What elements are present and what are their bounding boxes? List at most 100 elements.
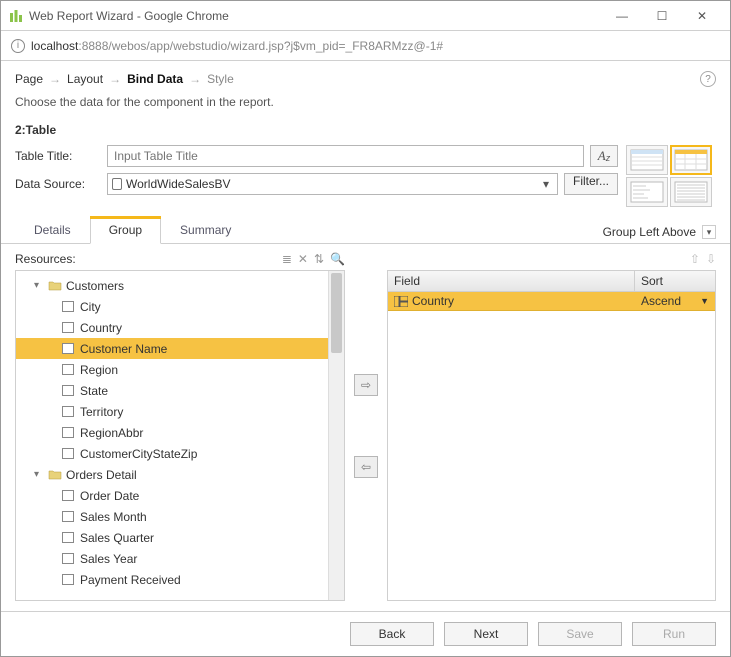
tree-field[interactable]: Sales Year bbox=[16, 548, 328, 569]
data-source-label: Data Source: bbox=[15, 177, 101, 191]
tree-folder[interactable]: ▾ Orders Detail bbox=[16, 464, 328, 485]
minimize-button[interactable]: ― bbox=[602, 2, 642, 30]
tree-field[interactable]: CustomerCityStateZip bbox=[16, 443, 328, 464]
url-host: localhost bbox=[31, 39, 78, 53]
column-header-sort[interactable]: Sort bbox=[635, 271, 715, 291]
table-row[interactable]: Country Ascend ▼ bbox=[388, 292, 715, 311]
add-field-button[interactable]: ⇨ bbox=[354, 374, 378, 396]
layout-thumb-3[interactable] bbox=[626, 177, 668, 207]
chevron-down-icon: ▾ bbox=[539, 177, 553, 191]
transfer-buttons: ⇨ ⇦ bbox=[351, 250, 381, 601]
sort-icon[interactable]: ⇅ bbox=[314, 252, 324, 266]
group-option-label[interactable]: Group Left Above bbox=[603, 225, 696, 239]
tree-item-label: Territory bbox=[80, 405, 123, 419]
collapse-icon[interactable]: ▾ bbox=[34, 280, 44, 291]
column-header-field[interactable]: Field bbox=[388, 271, 635, 291]
field-icon bbox=[62, 490, 74, 501]
save-button[interactable]: Save bbox=[538, 622, 622, 646]
tree-item-label: Sales Quarter bbox=[80, 531, 154, 545]
window-title: Web Report Wizard - Google Chrome bbox=[29, 9, 602, 23]
tree-folder[interactable]: ▾ Customers bbox=[16, 275, 328, 296]
tree-item-label: State bbox=[80, 384, 108, 398]
field-icon bbox=[62, 364, 74, 375]
tree-field[interactable]: Sales Month bbox=[16, 506, 328, 527]
resource-tree[interactable]: ▾ Customers City Country Customer Name Region… bbox=[16, 271, 328, 600]
tree-item-label: Region bbox=[80, 363, 118, 377]
tree-item-label: Sales Year bbox=[80, 552, 137, 566]
tree-item-label: Country bbox=[80, 321, 122, 335]
move-up-icon[interactable]: ⇧ bbox=[690, 252, 700, 266]
collapse-icon[interactable]: ▾ bbox=[34, 469, 44, 480]
resources-panel: Resources: ≣ ✕ ⇅ 🔍 ▾CustomersCityCountry… bbox=[15, 250, 345, 601]
tree-field[interactable]: State bbox=[16, 380, 328, 401]
field-icon bbox=[62, 301, 74, 312]
tree-item-label: City bbox=[80, 300, 101, 314]
data-source-select[interactable]: WorldWideSalesBV ▾ bbox=[107, 173, 558, 195]
tree-field[interactable]: Order Date bbox=[16, 485, 328, 506]
site-info-icon[interactable]: i bbox=[11, 39, 25, 53]
tree-field[interactable]: Customer Name bbox=[16, 338, 328, 359]
step-page[interactable]: Page bbox=[15, 72, 43, 86]
close-button[interactable]: ✕ bbox=[682, 2, 722, 30]
tree-field[interactable]: Territory bbox=[16, 401, 328, 422]
list-view-icon[interactable]: ≣ bbox=[282, 252, 292, 266]
tab-details-label: Details bbox=[34, 223, 71, 237]
tree-field[interactable]: Country bbox=[16, 317, 328, 338]
tree-field[interactable]: Sales Quarter bbox=[16, 527, 328, 548]
field-icon bbox=[62, 343, 74, 354]
field-table: Field Sort Country Ascend ▼ bbox=[387, 270, 716, 601]
field-icon bbox=[62, 574, 74, 585]
tree-scrollbar[interactable] bbox=[328, 271, 344, 600]
fields-panel: ⇧ ⇩ Field Sort Country Ascend ▼ bbox=[387, 250, 716, 601]
table-title-input[interactable] bbox=[107, 145, 584, 167]
filter-button[interactable]: Filter... bbox=[564, 173, 618, 195]
run-button[interactable]: Run bbox=[632, 622, 716, 646]
tree-field[interactable]: RegionAbbr bbox=[16, 422, 328, 443]
field-icon bbox=[62, 406, 74, 417]
field-icon bbox=[62, 427, 74, 438]
back-button[interactable]: Back bbox=[350, 622, 434, 646]
field-icon bbox=[62, 511, 74, 522]
search-icon[interactable]: 🔍 bbox=[330, 252, 345, 266]
font-button[interactable]: Az bbox=[590, 145, 618, 167]
layout-thumb-4[interactable] bbox=[670, 177, 712, 207]
tree-field[interactable]: Payment Received bbox=[16, 569, 328, 590]
clear-icon[interactable]: ✕ bbox=[298, 252, 308, 266]
step-layout[interactable]: Layout bbox=[67, 72, 103, 86]
field-icon bbox=[62, 322, 74, 333]
tree-item-label: Customers bbox=[66, 279, 124, 293]
chevron-right-icon: → bbox=[189, 72, 201, 86]
chevron-right-icon: → bbox=[109, 72, 121, 86]
tree-item-label: CustomerCityStateZip bbox=[80, 447, 197, 461]
tree-field[interactable]: Region bbox=[16, 359, 328, 380]
url-path: :8888/webos/app/webstudio/wizard.jsp?j$v… bbox=[78, 39, 443, 53]
layout-thumb-1[interactable] bbox=[626, 145, 668, 175]
group-field-icon bbox=[394, 296, 408, 307]
data-source-value: WorldWideSalesBV bbox=[126, 177, 539, 191]
help-icon[interactable]: ? bbox=[700, 71, 716, 87]
row-sort-select[interactable]: Ascend ▼ bbox=[635, 292, 715, 310]
step-style[interactable]: Style bbox=[207, 72, 234, 86]
window-titlebar: Web Report Wizard - Google Chrome ― ☐ ✕ bbox=[1, 1, 730, 31]
remove-field-button[interactable]: ⇦ bbox=[354, 456, 378, 478]
next-button[interactable]: Next bbox=[444, 622, 528, 646]
tree-item-label: Customer Name bbox=[80, 342, 167, 356]
tab-group-label: Group bbox=[109, 223, 142, 237]
field-icon bbox=[62, 532, 74, 543]
database-icon bbox=[112, 178, 122, 190]
tab-group[interactable]: Group bbox=[90, 216, 161, 244]
layout-thumb-2[interactable] bbox=[670, 145, 712, 175]
step-bind-data[interactable]: Bind Data bbox=[127, 72, 183, 86]
tab-details[interactable]: Details bbox=[15, 216, 90, 243]
group-option-dropdown[interactable]: ▾ bbox=[702, 225, 716, 239]
table-form: Table Title: Az Data Source: WorldWideSa… bbox=[1, 145, 730, 207]
row-field-name: Country bbox=[412, 294, 454, 308]
maximize-button[interactable]: ☐ bbox=[642, 2, 682, 30]
move-down-icon[interactable]: ⇩ bbox=[706, 252, 716, 266]
row-sort-value: Ascend bbox=[641, 294, 681, 308]
tree-item-label: Payment Received bbox=[80, 573, 181, 587]
tab-summary[interactable]: Summary bbox=[161, 216, 250, 243]
tree-field[interactable]: City bbox=[16, 296, 328, 317]
tab-bar: Details Group Summary Group Left Above ▾ bbox=[1, 207, 730, 244]
tree-item-label: Orders Detail bbox=[66, 468, 137, 482]
